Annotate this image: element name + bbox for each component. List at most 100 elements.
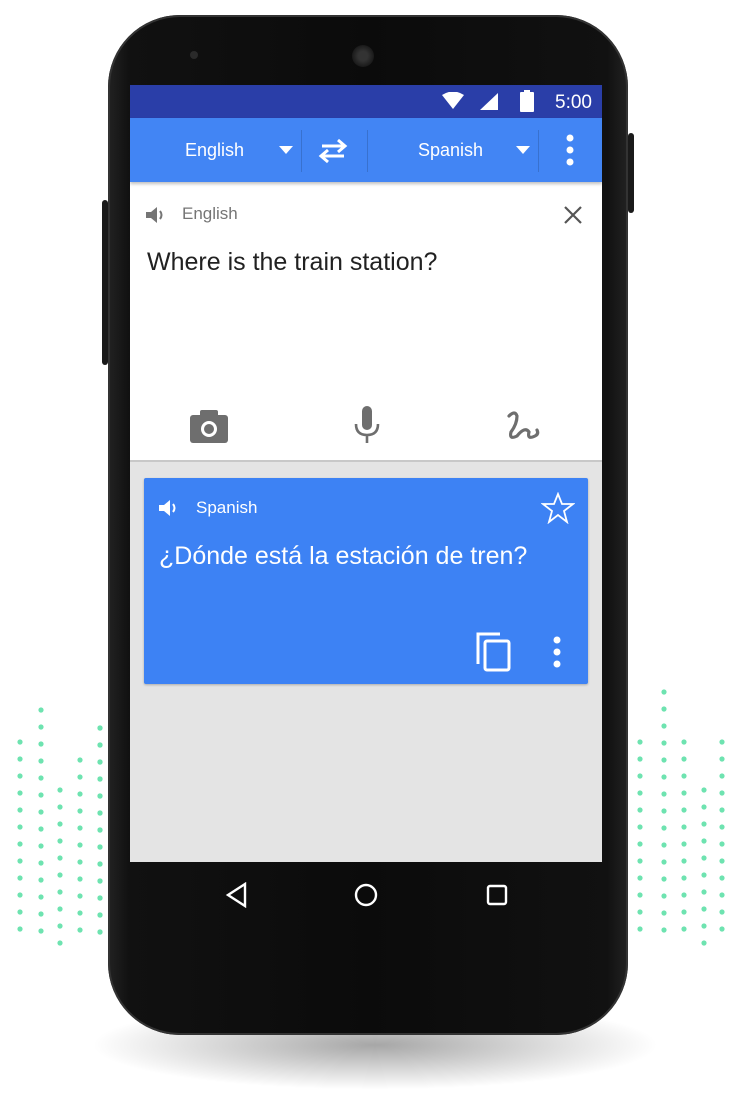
pattern-dot (637, 858, 643, 864)
pattern-dot (661, 927, 667, 933)
pattern-dot (38, 741, 44, 747)
target-language-heading: Spanish (196, 498, 258, 517)
translated-text: ¿Dónde está la estación de tren? (159, 542, 528, 570)
pattern-dot (57, 940, 63, 946)
navigation-bar (130, 862, 602, 932)
pattern-dot (38, 911, 44, 917)
handwriting-icon[interactable] (505, 410, 541, 444)
source-language-heading: English (182, 204, 238, 223)
pattern-dot (57, 889, 63, 895)
pattern-dot (97, 861, 103, 867)
pattern-dot (57, 787, 63, 793)
pattern-dot (38, 860, 44, 866)
pattern-dot (637, 739, 643, 745)
source-language-selector[interactable]: English (185, 118, 300, 182)
divider (367, 130, 368, 172)
pattern-dot (719, 739, 725, 745)
pattern-dot (719, 807, 725, 813)
pattern-dot (719, 926, 725, 932)
pattern-dot (661, 757, 667, 763)
pattern-dot (719, 892, 725, 898)
pattern-dot (719, 858, 725, 864)
pattern-dot (38, 928, 44, 934)
pattern-dot (681, 739, 687, 745)
pattern-dot (719, 790, 725, 796)
more-vert-icon[interactable] (549, 635, 565, 669)
pattern-dot (97, 725, 103, 731)
back-icon[interactable] (225, 882, 247, 908)
speaker-icon[interactable] (146, 206, 168, 224)
pattern-dot (17, 756, 23, 762)
pattern-dot (701, 889, 707, 895)
pattern-dot (637, 875, 643, 881)
divider (538, 130, 539, 172)
pattern-dot (637, 892, 643, 898)
microphone-icon[interactable] (354, 406, 380, 444)
pattern-dot (77, 808, 83, 814)
pattern-dot (681, 858, 687, 864)
pattern-dot (637, 807, 643, 813)
pattern-dot (637, 841, 643, 847)
pattern-dot (681, 824, 687, 830)
pattern-dot (681, 773, 687, 779)
pattern-dot (38, 775, 44, 781)
status-bar: 5:00 (130, 85, 602, 118)
pattern-dot (637, 909, 643, 915)
pattern-dot (661, 774, 667, 780)
wifi-icon (442, 92, 464, 109)
pattern-dot (38, 877, 44, 883)
divider (301, 130, 302, 172)
pattern-dot (97, 844, 103, 850)
pattern-dot (701, 787, 707, 793)
pattern-dot (661, 689, 667, 695)
pattern-dot (661, 876, 667, 882)
pattern-dot (97, 776, 103, 782)
pattern-dot (637, 756, 643, 762)
pattern-dot (17, 841, 23, 847)
pattern-dot (661, 808, 667, 814)
pattern-dot (661, 859, 667, 865)
pattern-dot (661, 706, 667, 712)
copy-icon[interactable] (476, 632, 512, 672)
star-icon[interactable] (541, 492, 575, 524)
pattern-dot (38, 894, 44, 900)
pattern-dot (77, 774, 83, 780)
pattern-dot (681, 875, 687, 881)
pattern-dot (701, 804, 707, 810)
pattern-dot (681, 790, 687, 796)
pattern-dot (17, 909, 23, 915)
pattern-dot (38, 826, 44, 832)
volume-button (102, 200, 108, 365)
sensor (190, 51, 198, 59)
pattern-dot (661, 842, 667, 848)
source-language-label: English (185, 139, 245, 160)
pattern-dot (38, 758, 44, 764)
pattern-dot (661, 825, 667, 831)
pattern-dot (701, 940, 707, 946)
status-time: 5:00 (555, 92, 592, 113)
more-vert-icon[interactable] (562, 133, 578, 167)
pattern-dot (661, 910, 667, 916)
pattern-dot (38, 792, 44, 798)
clear-icon[interactable] (563, 205, 583, 225)
home-icon[interactable] (354, 883, 378, 907)
recents-icon[interactable] (486, 884, 508, 906)
pattern-dot (719, 841, 725, 847)
pattern-dot (681, 892, 687, 898)
pattern-dot (77, 876, 83, 882)
pattern-dot (701, 923, 707, 929)
pattern-dot (97, 912, 103, 918)
target-language-selector[interactable]: Spanish (418, 118, 533, 182)
camera-icon[interactable] (190, 409, 228, 443)
pattern-dot (719, 909, 725, 915)
pattern-dot (637, 773, 643, 779)
pattern-dot (97, 895, 103, 901)
pattern-dot (77, 927, 83, 933)
pattern-dot (77, 825, 83, 831)
pattern-dot (77, 757, 83, 763)
source-text-input[interactable]: Where is the train station? (147, 248, 437, 277)
speaker-icon[interactable] (159, 499, 181, 517)
swap-arrows-icon[interactable] (316, 138, 350, 164)
pattern-dot (17, 926, 23, 932)
screen: 5:00 English Spanish English Where is th… (130, 85, 602, 862)
